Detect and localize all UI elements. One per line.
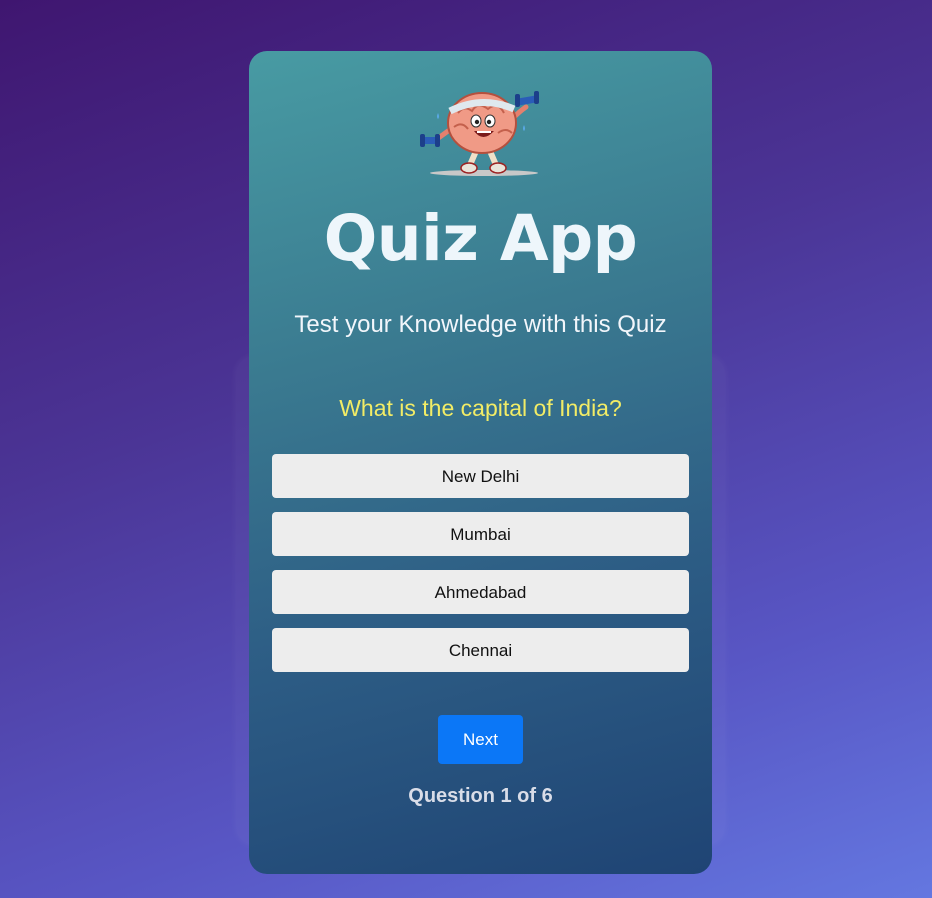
brain-mascot-icon [420,91,539,176]
app-title: Quiz App [323,202,638,275]
app-subtitle: Test your Knowledge with this Quiz [294,311,667,338]
next-button[interactable]: Next [438,715,523,764]
question-text: What is the capital of India? [339,395,622,421]
quiz-card: Quiz App Test your Knowledge with this Q… [249,51,712,874]
answer-button-chennai[interactable]: Chennai [272,628,689,672]
answer-button-new-delhi[interactable]: New Delhi [272,454,689,498]
answer-button-ahmedabad[interactable]: Ahmedabad [272,570,689,614]
question-progress: Question 1 of 6 [408,785,553,807]
answer-button-mumbai[interactable]: Mumbai [272,512,689,556]
answer-list: New Delhi Mumbai Ahmedabad Chennai [272,454,689,686]
